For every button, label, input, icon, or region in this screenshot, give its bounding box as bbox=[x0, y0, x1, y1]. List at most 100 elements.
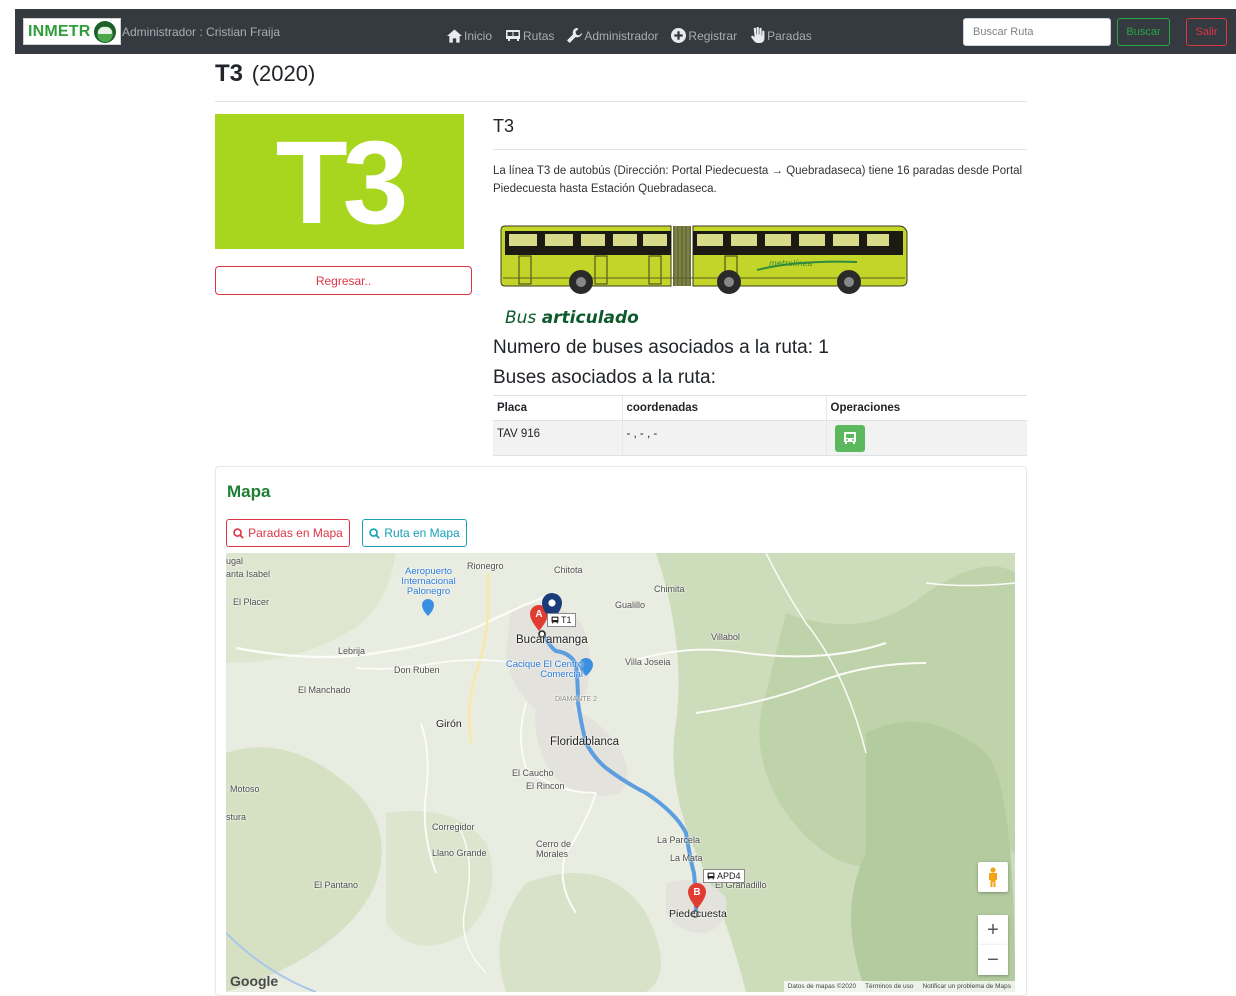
map-label: anta Isabel bbox=[226, 569, 271, 579]
bus-list-title: Buses asociados a la ruta: bbox=[493, 367, 716, 388]
navbar: INMETR Administrador : Cristian Fraija I… bbox=[15, 9, 1236, 54]
nav-link-administrador[interactable]: Administrador bbox=[567, 21, 658, 43]
map-label: stura bbox=[226, 812, 247, 822]
route-badge: T3 bbox=[215, 114, 464, 249]
map-label: DIAMANTE 2 bbox=[555, 696, 598, 703]
search-button[interactable]: Buscar bbox=[1117, 18, 1170, 46]
articulated-bus-image: metrolínea bbox=[500, 225, 908, 294]
table-row: TAV 916 - , - , - bbox=[493, 420, 1027, 456]
home-icon bbox=[447, 29, 462, 43]
nav-link-paradas[interactable]: Paradas bbox=[750, 21, 812, 43]
brand-text: INMETR bbox=[28, 22, 91, 40]
route-title: T3 bbox=[215, 60, 244, 87]
stops-on-map-label: Paradas en Mapa bbox=[248, 526, 343, 540]
map-label: La Parcela bbox=[657, 835, 701, 845]
map-poi-label: Cacique El Centro Comercial bbox=[505, 659, 583, 680]
divider bbox=[215, 101, 1027, 102]
bus-type-value: articulado bbox=[541, 308, 639, 328]
cell-operaciones bbox=[825, 420, 1027, 456]
map-bus-marker-label: T1 bbox=[561, 615, 572, 625]
map-label: ugal bbox=[226, 556, 244, 566]
route-name: T3 bbox=[493, 116, 515, 136]
logout-button[interactable]: Salir bbox=[1186, 18, 1227, 46]
bus-type-caption: Bus articulado bbox=[505, 308, 639, 328]
marker-a-label: A bbox=[535, 609, 542, 620]
nav-link-label: Inicio bbox=[464, 29, 493, 43]
map-terrain: A B bbox=[226, 553, 1015, 992]
map-bus-marker[interactable]: T1 bbox=[547, 613, 576, 627]
map-label: Gualillo bbox=[615, 600, 646, 610]
bus-count-label: Numero de buses asociados a la ruta: 1 bbox=[493, 337, 829, 358]
map-label: Llano Grande bbox=[432, 848, 487, 858]
nav-link-label: Paradas bbox=[767, 29, 812, 43]
map-label: Villa Joseia bbox=[625, 657, 671, 667]
stops-on-map-button[interactable]: Paradas en Mapa bbox=[226, 519, 350, 547]
page-title: T3 (2020) bbox=[215, 60, 315, 88]
map-label: El Manchado bbox=[298, 685, 351, 695]
route-description: La línea T3 de autobús (Dirección: Porta… bbox=[493, 165, 1023, 195]
back-button[interactable]: Regresar.. bbox=[215, 266, 472, 295]
google-logo-text: Google bbox=[230, 973, 279, 989]
cell-coordenadas: - , - , - bbox=[621, 420, 826, 456]
map-label: Chitota bbox=[554, 565, 583, 575]
marker-b-label: B bbox=[693, 887, 700, 898]
map-label: Rionegro bbox=[467, 561, 504, 571]
bus-icon bbox=[551, 616, 559, 624]
map-footer: Datos de mapas ©2020 Términos de uso Not… bbox=[783, 981, 1015, 992]
map-label: Don Ruben bbox=[394, 665, 440, 675]
nav-links: Inicio Rutas Administrador Registrar Par… bbox=[447, 21, 812, 43]
buses-table: Placa coordenadas Operaciones TAV 916 - … bbox=[493, 395, 1027, 456]
map-poi-label: Aeropuerto Internacional Palonegro bbox=[401, 566, 456, 597]
map-city-label: Bucaramanga bbox=[516, 634, 588, 646]
map-label: Villabol bbox=[711, 632, 740, 642]
google-logo: Google bbox=[230, 973, 278, 989]
nav-link-label: Rutas bbox=[523, 29, 555, 43]
bus-type-prefix: Bus bbox=[505, 308, 542, 328]
nav-link-registrar[interactable]: Registrar bbox=[671, 21, 737, 43]
map-city-label: Girón bbox=[436, 718, 462, 730]
brand-logo[interactable]: INMETR bbox=[23, 18, 121, 45]
search-route-input[interactable] bbox=[963, 18, 1111, 46]
zoom-in-button[interactable]: + bbox=[978, 915, 1008, 945]
map-bus-marker[interactable]: APD4 bbox=[703, 869, 745, 883]
route-badge-text: T3 bbox=[275, 116, 409, 249]
brand-globe-icon bbox=[93, 20, 116, 43]
wrench-icon bbox=[567, 28, 583, 43]
bus-icon bbox=[506, 30, 521, 41]
map-label: El Caucho bbox=[512, 768, 554, 778]
map-label: Cerro de Morales bbox=[536, 839, 572, 859]
column-header-operaciones: Operaciones bbox=[825, 395, 1027, 421]
view-bus-button[interactable] bbox=[834, 424, 865, 452]
zoom-out-button[interactable]: − bbox=[978, 945, 1008, 975]
table-header-row: Placa coordenadas Operaciones bbox=[493, 395, 1027, 421]
search-icon bbox=[233, 527, 244, 539]
nav-link-inicio[interactable]: Inicio bbox=[447, 21, 492, 43]
map-label: El Pantano bbox=[314, 880, 359, 890]
map-label: Chimita bbox=[654, 584, 685, 594]
route-map[interactable]: A B ugal anta Isabel El Placer Aeropuert… bbox=[226, 553, 1015, 992]
map-label: Motoso bbox=[230, 784, 260, 794]
bus-icon bbox=[843, 432, 856, 444]
map-report-link[interactable]: Notificar un problema de Maps bbox=[922, 983, 1011, 990]
bus-brand-text: metrolínea bbox=[769, 259, 812, 268]
map-data-credit: Datos de mapas ©2020 bbox=[787, 983, 857, 990]
map-label: Lebrija bbox=[338, 646, 366, 656]
map-title: Mapa bbox=[227, 482, 271, 501]
nav-link-label: Registrar bbox=[688, 29, 738, 43]
route-on-map-button[interactable]: Ruta en Mapa bbox=[362, 519, 467, 547]
hand-icon bbox=[751, 27, 765, 43]
plus-circle-icon bbox=[671, 28, 687, 43]
map-bus-marker-label: APD4 bbox=[717, 871, 741, 881]
nav-link-rutas[interactable]: Rutas bbox=[505, 21, 554, 43]
cell-placa: TAV 916 bbox=[493, 420, 622, 456]
map-terms-link[interactable]: Términos de uso bbox=[865, 983, 913, 990]
nav-link-label: Administrador bbox=[584, 29, 659, 43]
column-header-coordenadas: coordenadas bbox=[621, 395, 826, 421]
map-label: El Rincon bbox=[526, 781, 565, 791]
map-label: La Mata bbox=[670, 853, 703, 863]
map-city-label: Piedecuesta bbox=[669, 908, 727, 920]
map-label: Corregidor bbox=[432, 822, 475, 832]
street-view-pegman-icon[interactable] bbox=[978, 862, 1008, 892]
pegman-icon bbox=[989, 867, 997, 887]
route-on-map-label: Ruta en Mapa bbox=[384, 526, 460, 540]
